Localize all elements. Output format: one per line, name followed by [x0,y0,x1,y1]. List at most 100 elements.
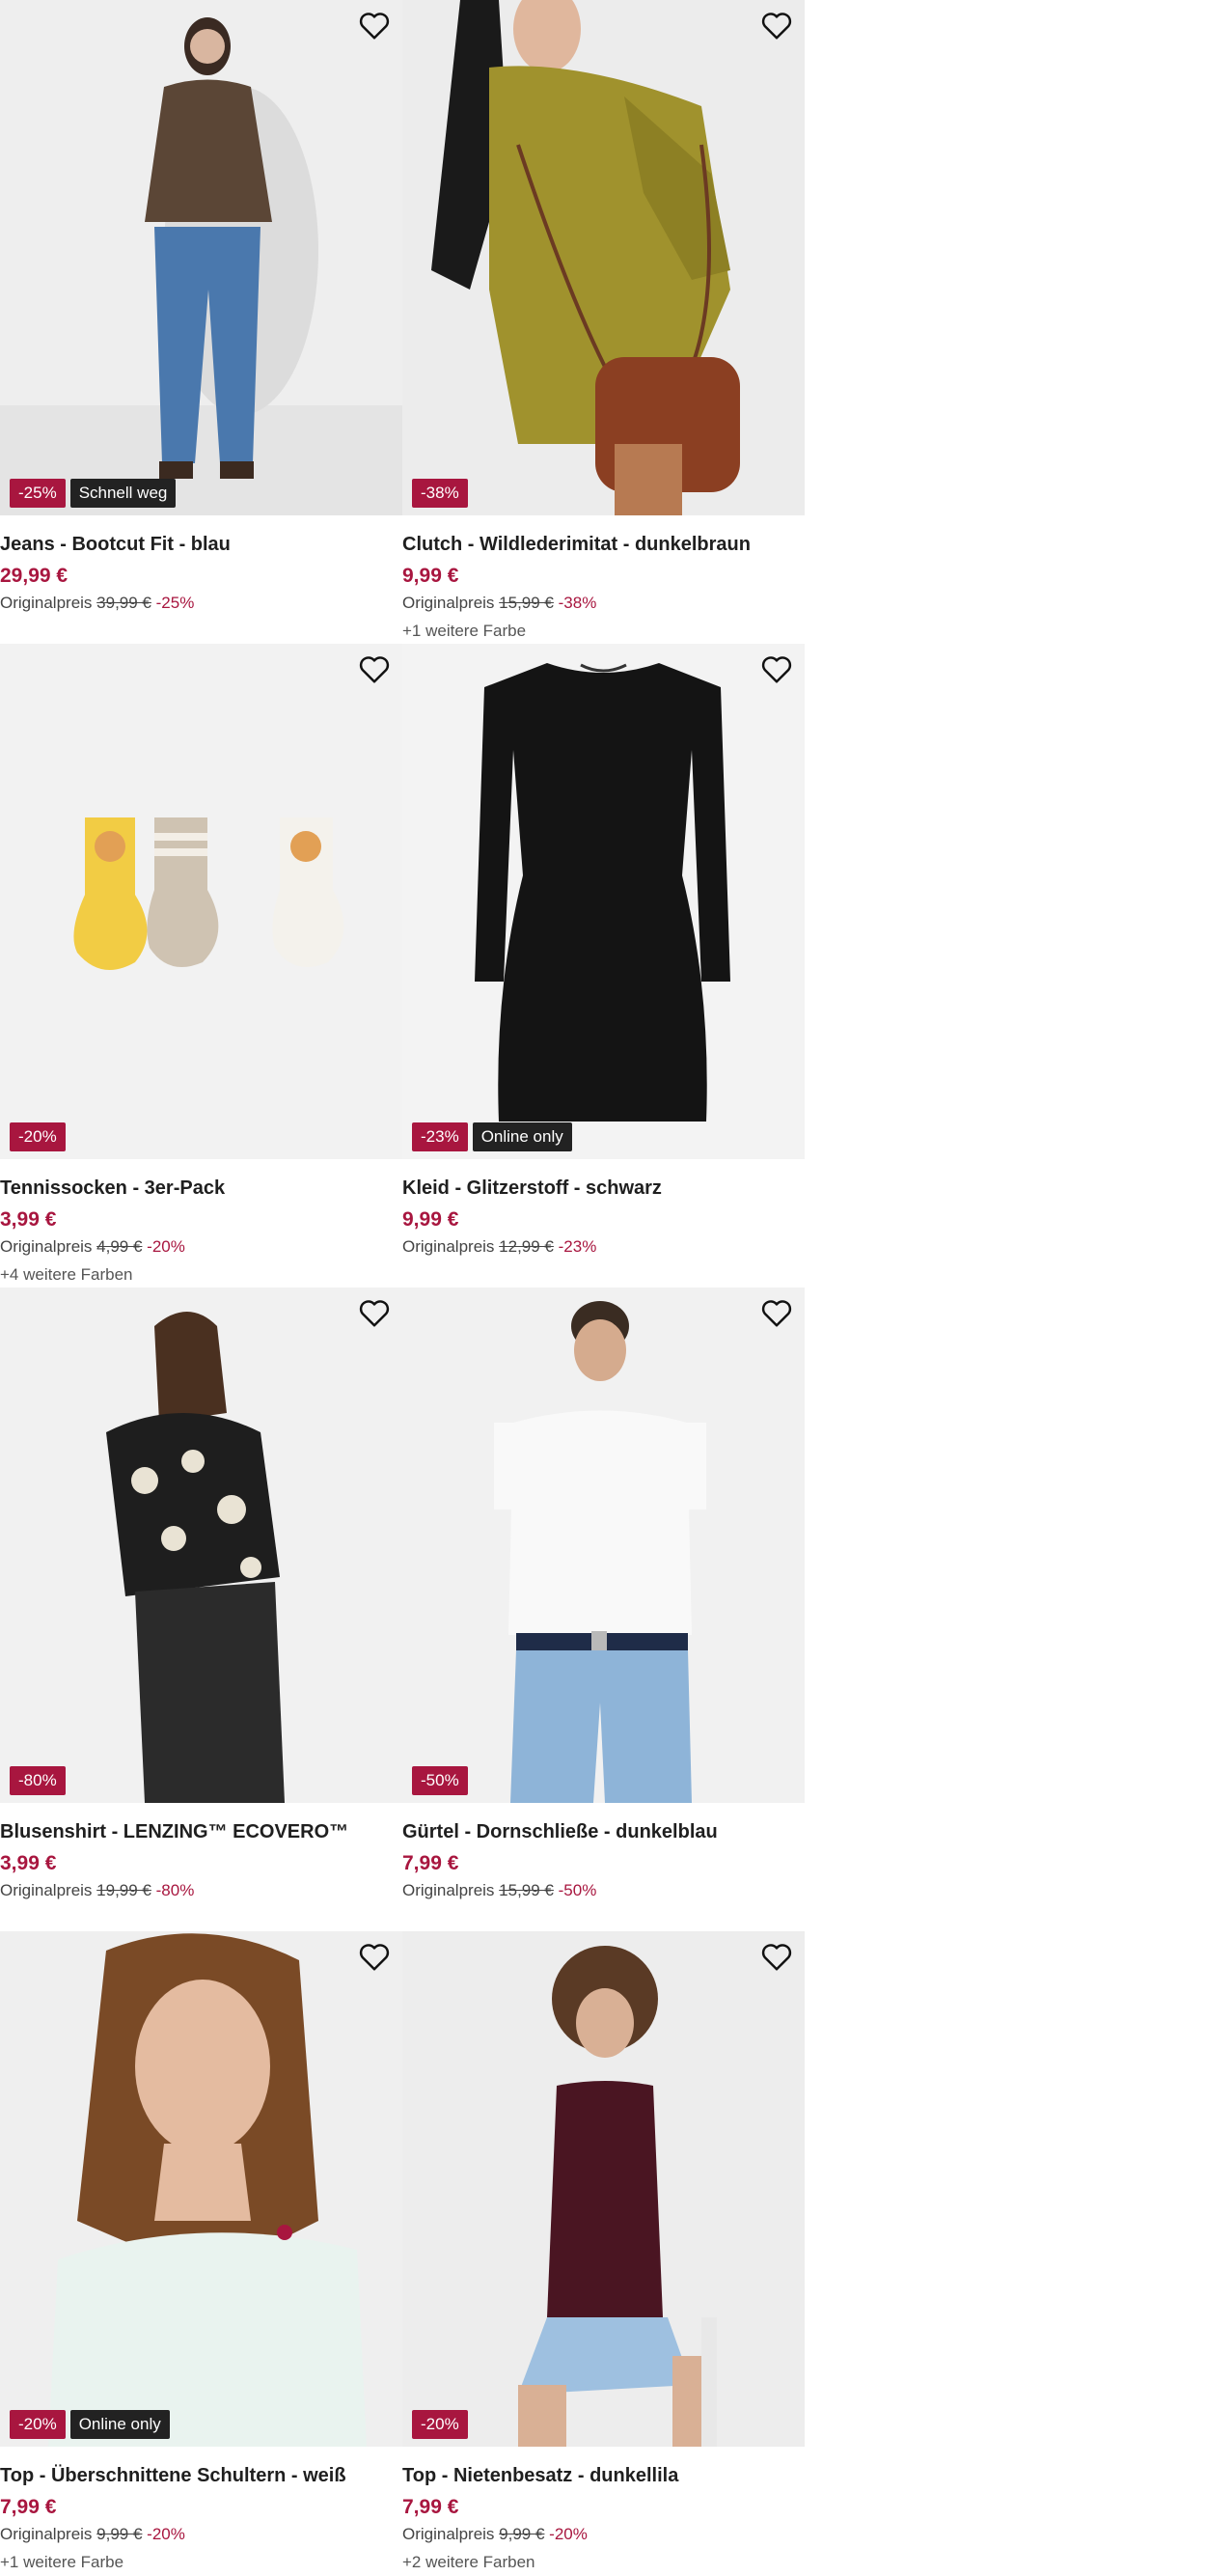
more-colors[interactable]: +2 weitere Farben [402,2553,798,2572]
discount-percent: -38% [558,594,597,612]
discount-percent: -50% [558,1881,597,1899]
product-price: 3,99 € [0,1852,57,1874]
product-price: 7,99 € [402,2496,459,2518]
original-price-label: Originalpreis [0,1881,93,1899]
original-price: 9,99 € [96,2525,143,2543]
product-card[interactable]: -20% Top - Nietenbesatz - dunkellila 7,9… [402,1931,805,2575]
heart-icon[interactable] [760,1299,793,1328]
discount-percent: -25% [155,594,195,612]
original-price: 15,99 € [499,1881,554,1899]
badge-row: -38% [412,479,468,508]
product-image[interactable]: -23% Online only [402,644,805,1159]
product-title[interactable]: Tennissocken - 3er-Pack [0,1176,396,1201]
badge-row: -20% [412,2410,468,2439]
heart-icon[interactable] [760,1943,793,1972]
original-price-line: Originalpreis 9,99 € -20% [402,2524,798,2544]
product-price: 7,99 € [0,2496,57,2518]
heart-icon[interactable] [760,12,793,41]
discount-percent: -20% [549,2525,588,2543]
product-title[interactable]: Blusenshirt - LENZING™ ECOVERO™ [0,1819,396,1844]
product-image[interactable]: -20% [0,644,402,1159]
original-price: 4,99 € [96,1237,143,1256]
product-price: 29,99 € [0,565,69,587]
original-price-label: Originalpreis [402,594,495,612]
product-card[interactable]: -25% Schnell weg Jeans - Bootcut Fit - b… [0,0,402,644]
discount-badge: -23% [412,1122,468,1151]
product-title[interactable]: Clutch - Wildlederimitat - dunkelbraun [402,532,798,557]
heart-icon[interactable] [760,655,793,684]
info-badge: Online only [472,1122,572,1151]
info-badge: Online only [69,2410,170,2439]
original-price-line: Originalpreis 4,99 € -20% [0,1236,396,1257]
product-image[interactable]: -50% [402,1288,805,1803]
product-info: Top - Nietenbesatz - dunkellila 7,99 € O… [402,2463,798,2572]
heart-icon[interactable] [358,1943,391,1972]
product-card[interactable]: -38% Clutch - Wildlederimitat - dunkelbr… [402,0,805,644]
badge-row: -23% Online only [412,1122,572,1151]
product-info: Blusenshirt - LENZING™ ECOVERO™ 3,99 € O… [0,1819,396,1900]
product-image[interactable]: -25% Schnell weg [0,0,402,515]
product-price: 7,99 € [402,1852,459,1874]
heart-icon[interactable] [358,12,391,41]
badge-row: -80% [10,1766,66,1795]
original-price: 12,99 € [499,1237,554,1256]
product-card[interactable]: -23% Online only Kleid - Glitzerstoff - … [402,644,805,1288]
discount-badge: -80% [10,1766,66,1795]
product-info: Jeans - Bootcut Fit - blau 29,99 € Origi… [0,532,396,613]
original-price-label: Originalpreis [402,1237,495,1256]
discount-percent: -20% [147,1237,185,1256]
original-price-line: Originalpreis 15,99 € -38% [402,593,798,613]
original-price: 15,99 € [499,594,554,612]
product-title[interactable]: Jeans - Bootcut Fit - blau [0,532,396,557]
product-image[interactable]: -20% Online only [0,1931,402,2447]
product-title[interactable]: Gürtel - Dornschließe - dunkelblau [402,1819,798,1844]
original-price-label: Originalpreis [402,1881,495,1899]
discount-badge: -20% [10,2410,66,2439]
original-price-line: Originalpreis 9,99 € -20% [0,2524,396,2544]
product-title[interactable]: Top - Überschnittene Schultern - weiß [0,2463,396,2488]
discount-percent: -20% [147,2525,185,2543]
product-image[interactable]: -80% [0,1288,402,1803]
more-colors[interactable]: +1 weitere Farbe [402,622,798,641]
product-price: 9,99 € [402,565,459,587]
original-price-line: Originalpreis 12,99 € -23% [402,1236,798,1257]
badge-row: -50% [412,1766,468,1795]
original-price-label: Originalpreis [0,594,93,612]
discount-percent: -23% [558,1237,597,1256]
product-card[interactable]: -80% Blusenshirt - LENZING™ ECOVERO™ 3,9… [0,1288,402,1931]
product-price: 3,99 € [0,1208,57,1231]
more-colors[interactable]: +4 weitere Farben [0,1265,396,1285]
product-info: Tennissocken - 3er-Pack 3,99 € Originalp… [0,1176,396,1285]
product-info: Top - Überschnittene Schultern - weiß 7,… [0,2463,396,2572]
discount-badge: -20% [412,2410,468,2439]
original-price-line: Originalpreis 15,99 € -50% [402,1880,798,1900]
discount-badge: -25% [10,479,66,508]
more-colors[interactable]: +1 weitere Farbe [0,2553,396,2572]
original-price: 9,99 € [499,2525,545,2543]
discount-badge: -20% [10,1122,66,1151]
badge-row: -25% Schnell weg [10,479,177,508]
heart-icon[interactable] [358,655,391,684]
original-price: 39,99 € [96,594,151,612]
product-card[interactable]: -20% Tennissocken - 3er-Pack 3,99 € Orig… [0,644,402,1288]
product-card[interactable]: -20% Online only Top - Überschnittene Sc… [0,1931,402,2575]
original-price-label: Originalpreis [0,1237,93,1256]
product-price: 9,99 € [402,1208,459,1231]
product-info: Gürtel - Dornschließe - dunkelblau 7,99 … [402,1819,798,1900]
product-card[interactable]: -50% Gürtel - Dornschließe - dunkelblau … [402,1288,805,1931]
product-image[interactable]: -20% [402,1931,805,2447]
product-title[interactable]: Kleid - Glitzerstoff - schwarz [402,1176,798,1201]
heart-icon[interactable] [358,1299,391,1328]
discount-badge: -50% [412,1766,468,1795]
original-price-line: Originalpreis 39,99 € -25% [0,593,396,613]
product-image[interactable]: -38% [402,0,805,515]
product-info: Kleid - Glitzerstoff - schwarz 9,99 € Or… [402,1176,798,1257]
product-title[interactable]: Top - Nietenbesatz - dunkellila [402,2463,798,2488]
product-info: Clutch - Wildlederimitat - dunkelbraun 9… [402,532,798,641]
product-grid: -25% Schnell weg Jeans - Bootcut Fit - b… [0,0,805,2575]
original-price-label: Originalpreis [402,2525,495,2543]
discount-percent: -80% [155,1881,195,1899]
badge-row: -20% [10,1122,66,1151]
info-badge: Schnell weg [69,479,177,508]
original-price: 19,99 € [96,1881,151,1899]
